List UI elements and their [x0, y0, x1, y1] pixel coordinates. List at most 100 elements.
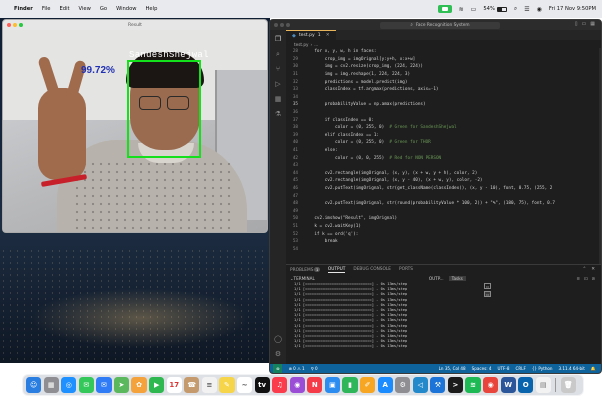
command-center-search[interactable]: ⌕ Face Recognition System	[380, 22, 500, 29]
messages-icon[interactable]: ✉	[78, 377, 94, 393]
language-mode[interactable]: {} Python	[532, 366, 553, 372]
tab-debug-console[interactable]: DEBUG CONSOLE	[353, 267, 391, 272]
terminal-icon[interactable]: >	[447, 377, 464, 393]
code-view[interactable]: 28 for x, y, w, h in faces: 29 crop_img =…	[286, 48, 601, 264]
extensions-icon[interactable]: ▦	[275, 96, 282, 103]
code-line[interactable]: 34	[286, 94, 601, 102]
code-line[interactable]: 29 crop_img = imgOrignal[y:y+h, x:x+w]	[286, 56, 601, 64]
chrome-icon[interactable]: ◉	[483, 377, 499, 393]
code-line[interactable]: 40 color = (0, 255, 0) # Green for THOR	[286, 139, 601, 147]
encoding[interactable]: UTF-8	[498, 366, 510, 372]
indentation[interactable]: Spaces: 4	[472, 366, 492, 372]
line-number[interactable]: 44	[286, 171, 304, 176]
customize-layout-icon[interactable]: ▦	[590, 21, 595, 27]
notifications-bell-icon[interactable]: 🔔	[591, 366, 596, 372]
outlook-icon[interactable]: O	[518, 377, 534, 393]
maps-icon[interactable]: ➤	[113, 377, 130, 393]
close-icon[interactable]	[274, 23, 278, 27]
code-line[interactable]: 36	[286, 109, 601, 117]
line-number[interactable]: 34	[286, 95, 304, 100]
numbers-icon[interactable]: ▮	[342, 377, 358, 393]
pages-icon[interactable]: ✐	[359, 377, 376, 393]
code-line[interactable]: 28 for x, y, w, h in faces:	[286, 48, 601, 56]
menu-app-finder[interactable]: Finder	[14, 6, 33, 12]
account-icon[interactable]: ◯	[274, 336, 282, 343]
code-line[interactable]: 48 cv2.putText(imgOrignal, str(round(pro…	[286, 200, 601, 208]
trash-icon[interactable]: 🗑	[560, 377, 576, 393]
testing-icon[interactable]: ⚗	[275, 111, 281, 118]
appstore-icon[interactable]: A	[377, 377, 393, 393]
code-line[interactable]: 54	[286, 245, 601, 253]
word-icon[interactable]: W	[500, 377, 516, 393]
terminal-output[interactable]: 1/1 [==============================] - 0…	[294, 282, 474, 358]
lock-icon[interactable]: ⊡	[584, 276, 588, 281]
code-line[interactable]: 50 cv2.imshow("Result", imgOrignal)	[286, 215, 601, 223]
menu-file[interactable]: File	[42, 6, 51, 12]
line-number[interactable]: 51	[286, 224, 304, 229]
line-number[interactable]: 43	[286, 163, 304, 168]
tab-problems[interactable]: PROBLEMS 1	[290, 266, 320, 273]
code-line[interactable]: 30 img = cv2.resize(crop_img, (224, 224)…	[286, 63, 601, 71]
close-icon[interactable]: ✕	[591, 267, 595, 272]
line-number[interactable]: 53	[286, 239, 304, 244]
keynote-icon[interactable]: ▣	[324, 377, 341, 393]
podcasts-icon[interactable]: ◉	[289, 377, 305, 393]
wifi-icon[interactable]: ≋	[459, 6, 464, 13]
safari-icon[interactable]: ◎	[61, 377, 77, 393]
freeform-icon[interactable]: ~	[236, 377, 253, 393]
filter-icon[interactable]: ≡	[576, 276, 580, 281]
code-line[interactable]: 53 break	[286, 238, 601, 246]
code-line[interactable]: 37 if classIndex == 0:	[286, 116, 601, 124]
mail-icon[interactable]: ✉	[96, 377, 112, 393]
search-icon[interactable]: ⌕	[514, 5, 517, 13]
calendar-icon[interactable]: 17	[166, 377, 182, 393]
minimize-icon[interactable]	[280, 23, 284, 27]
code-line[interactable]: 51 k = cv2.waitKey(1)	[286, 223, 601, 231]
music-icon[interactable]: ♫	[272, 377, 288, 393]
code-line[interactable]: 46 cv2.putText(imgOrignal, str(get_class…	[286, 185, 601, 193]
line-number[interactable]: 49	[286, 209, 304, 214]
search-icon[interactable]: ⌕	[276, 51, 280, 58]
output-channel-select[interactable]: Tasks	[448, 275, 466, 281]
line-number[interactable]: 39	[286, 133, 304, 138]
line-number[interactable]: 52	[286, 232, 304, 237]
reminders-icon[interactable]: ≡	[201, 377, 217, 393]
scrollbar[interactable]	[599, 48, 601, 264]
document-icon[interactable]: ▤	[535, 377, 551, 393]
spotify-icon[interactable]: ≋	[465, 377, 481, 393]
toggle-sidebar-icon[interactable]: ▯	[575, 21, 578, 27]
menu-help[interactable]: Help	[146, 6, 158, 12]
menu-window[interactable]: Window	[116, 6, 136, 12]
explorer-icon[interactable]: ❐	[275, 36, 281, 43]
maximize-panel-icon[interactable]: ⌃	[582, 267, 586, 272]
line-number[interactable]: 28	[286, 49, 304, 54]
terminal-instance-icon[interactable]: ▭	[484, 291, 491, 297]
code-line[interactable]: 52 if k == ord('q'):	[286, 230, 601, 238]
run-debug-icon[interactable]: ▷	[275, 81, 280, 88]
editor-area[interactable]: ◆ test.py 1 ✕ test.py › ... 28 for x, y,…	[286, 30, 601, 264]
code-line[interactable]: 49	[286, 207, 601, 215]
contacts-icon[interactable]: ☎	[184, 377, 200, 393]
tv-icon[interactable]: tv	[254, 377, 270, 393]
code-line[interactable]: 44 cv2.rectangle(imgOrignal, (x, y), (x …	[286, 170, 601, 178]
cursor-position[interactable]: Ln 35, Col 48	[439, 366, 466, 372]
line-number[interactable]: 30	[286, 64, 304, 69]
news-icon[interactable]: N	[307, 377, 323, 393]
breadcrumb-more[interactable]: ...	[314, 42, 318, 47]
tab-ports[interactable]: PORTS	[399, 267, 413, 272]
xcode-icon[interactable]: ⚒	[430, 377, 446, 393]
line-number[interactable]: 54	[286, 247, 304, 252]
line-number[interactable]: 29	[286, 57, 304, 62]
line-number[interactable]: 32	[286, 80, 304, 85]
code-line[interactable]: 47	[286, 192, 601, 200]
line-number[interactable]: 31	[286, 72, 304, 77]
code-line[interactable]: 33 classIndex = tf.argmax(predictions, a…	[286, 86, 601, 94]
line-number[interactable]: 47	[286, 194, 304, 199]
vscode-icon[interactable]: ◁	[412, 377, 428, 393]
menu-go[interactable]: Go	[100, 6, 107, 12]
settings-icon[interactable]: ⚙	[395, 377, 411, 393]
facetime-icon[interactable]: ▶	[149, 377, 165, 393]
line-number[interactable]: 48	[286, 201, 304, 206]
tab-test-py[interactable]: ◆ test.py 1 ✕	[286, 30, 336, 40]
terminal-section-label[interactable]: TERMINAL	[294, 276, 315, 281]
